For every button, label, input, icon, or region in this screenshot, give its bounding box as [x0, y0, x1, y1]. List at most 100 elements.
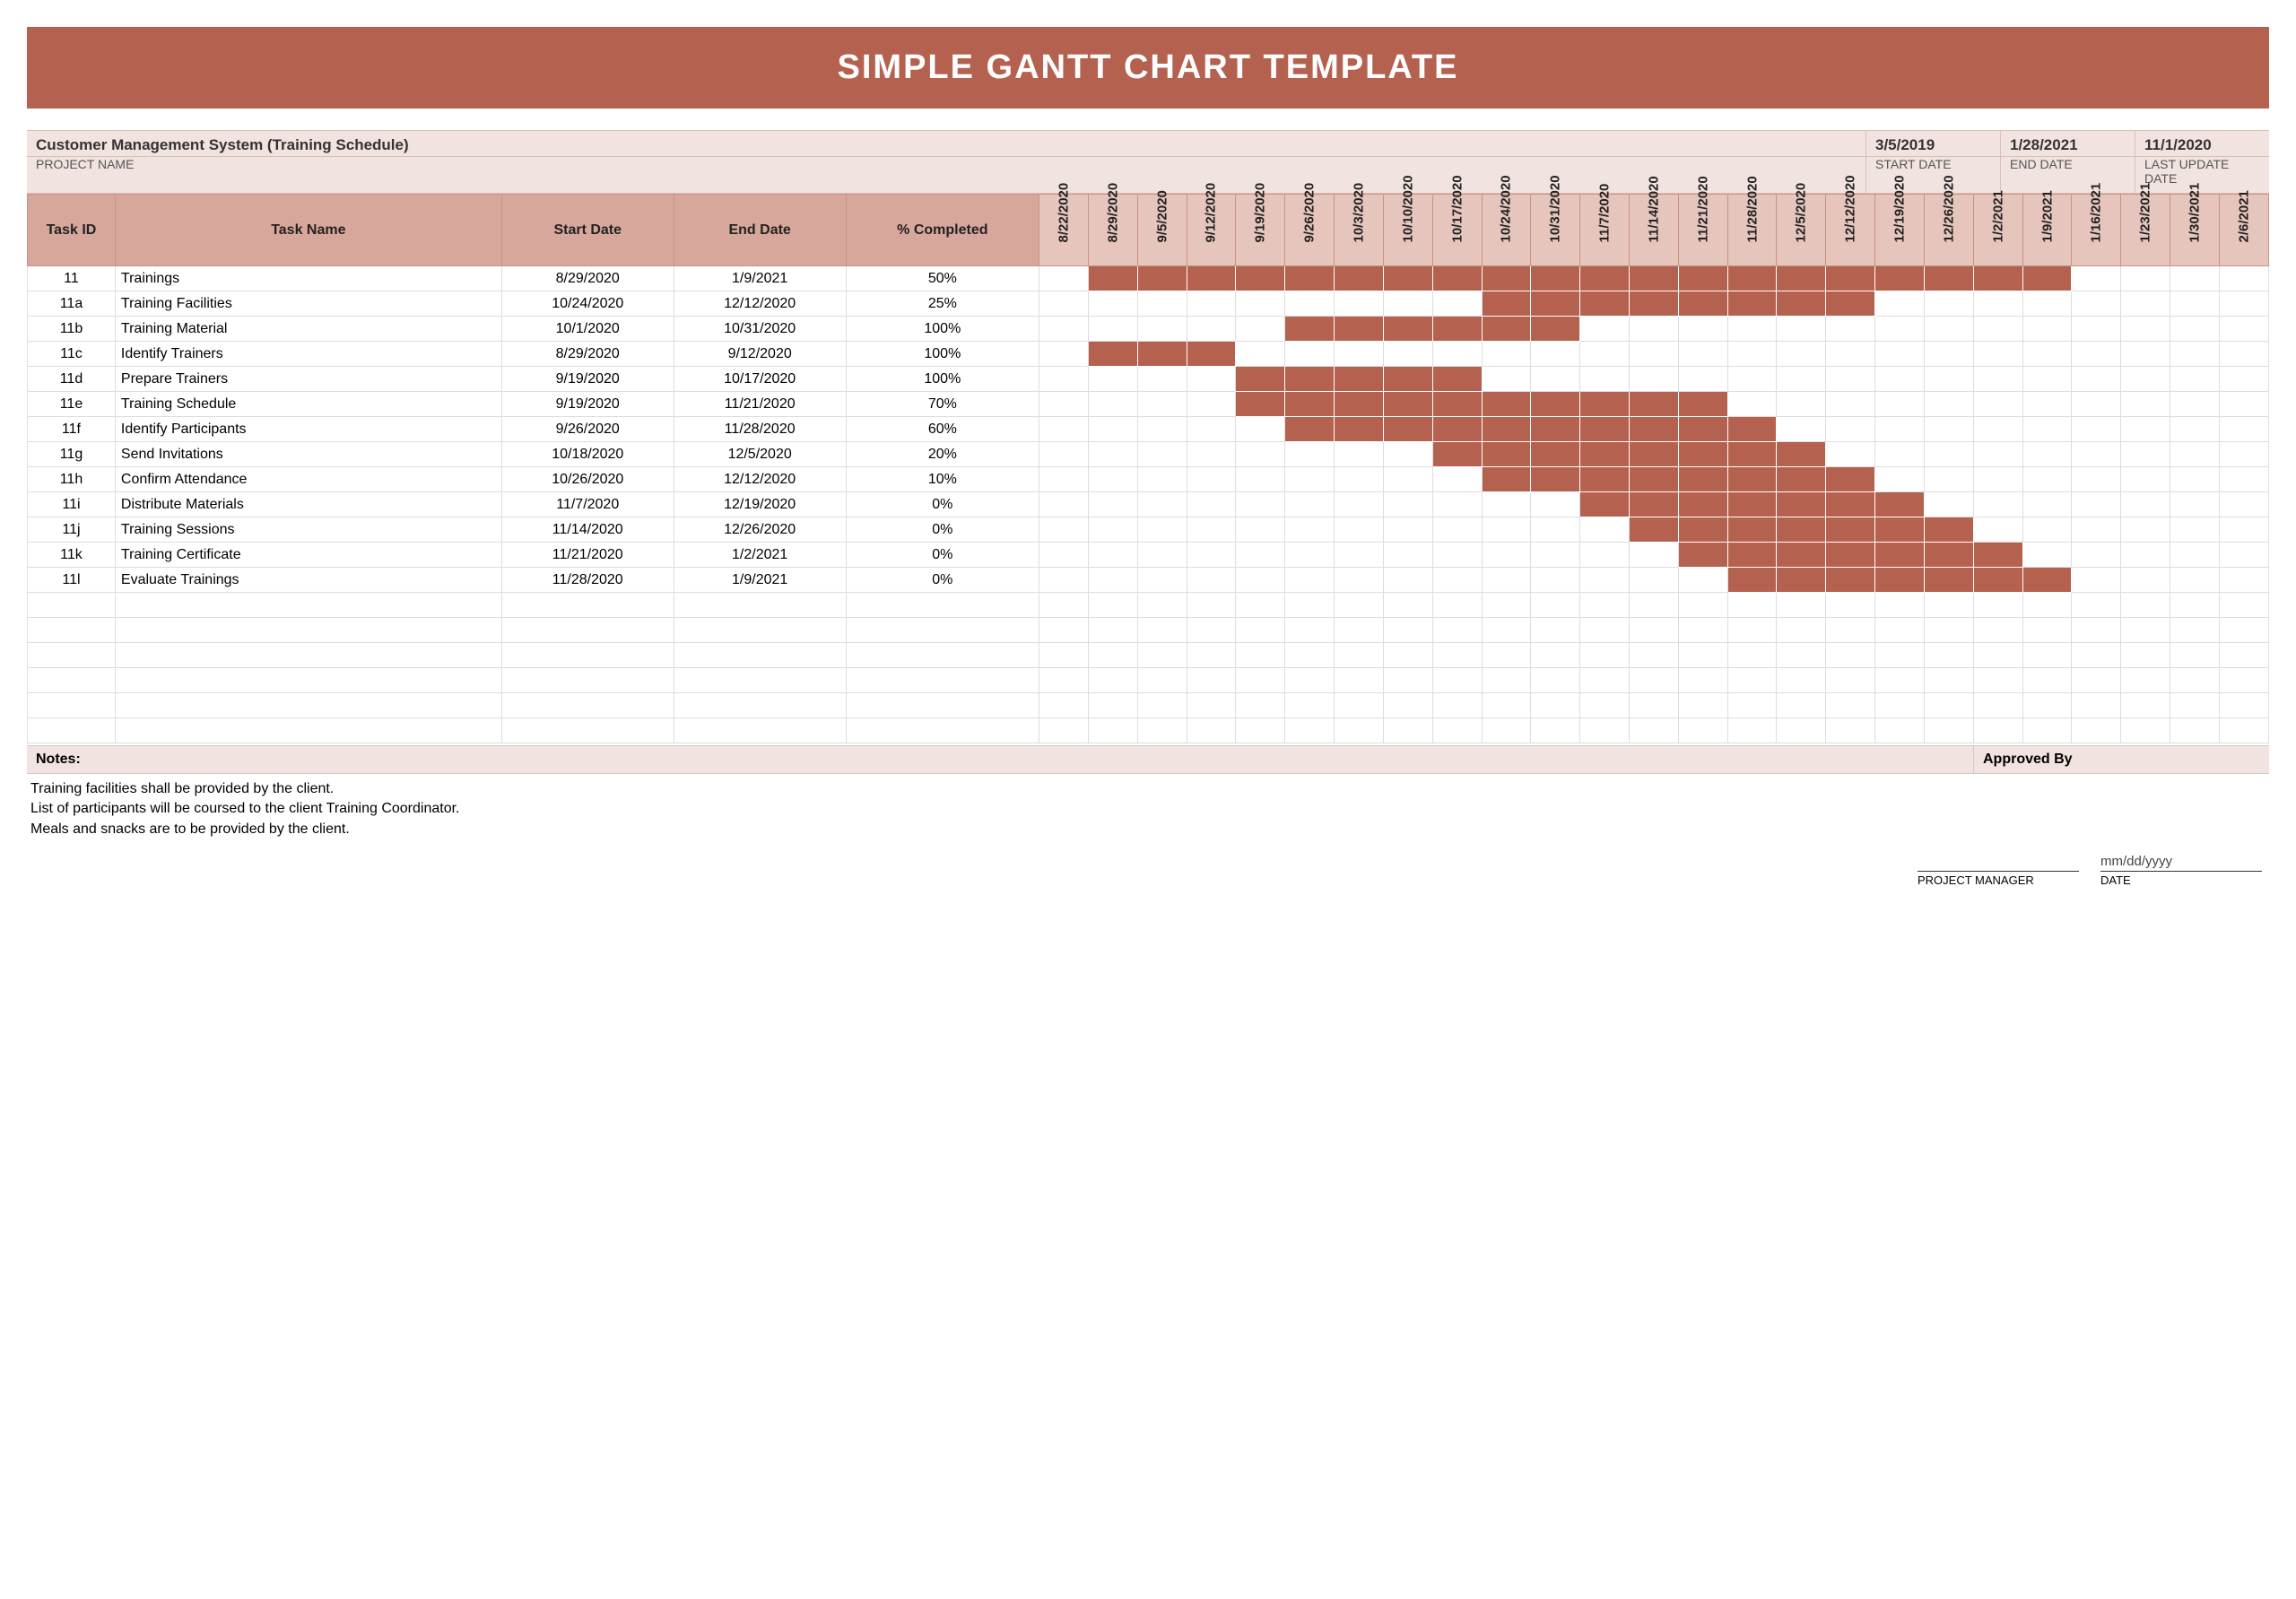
timeline-cell [1727, 342, 1777, 367]
empty-cell [1137, 693, 1187, 718]
cell-task-id: 11k [28, 543, 116, 568]
empty-cell [2072, 618, 2121, 643]
timeline-cell [1580, 417, 1630, 442]
cell-pct-completed: 100% [846, 317, 1039, 342]
empty-cell [1039, 668, 1089, 693]
timeline-cell [1432, 266, 1482, 291]
timeline-cell [1629, 291, 1678, 317]
timeline-cell [1629, 367, 1678, 392]
timeline-cell [1137, 317, 1187, 342]
timeline-cell [1039, 392, 1089, 417]
timeline-cell [1531, 291, 1580, 317]
cell-pct-completed: 50% [846, 266, 1039, 291]
empty-cell [1973, 593, 2022, 618]
empty-cell [1678, 643, 1727, 668]
timeline-cell [2022, 291, 2072, 317]
timeline-cell [1187, 543, 1236, 568]
timeline-cell [1187, 492, 1236, 517]
timeline-cell [1580, 568, 1630, 593]
empty-cell [2219, 693, 2268, 718]
notes-body: Training facilities shall be provided by… [27, 774, 2269, 845]
empty-cell [501, 668, 674, 693]
empty-cell [2219, 643, 2268, 668]
empty-cell [1727, 693, 1777, 718]
timeline-cell [1727, 442, 1777, 467]
timeline-cell [1432, 392, 1482, 417]
timeline-cell [1335, 492, 1384, 517]
timeline-cell [1826, 266, 1875, 291]
empty-cell [1432, 643, 1482, 668]
timeline-cell [1137, 517, 1187, 543]
timeline-cell [1777, 367, 1826, 392]
timeline-cell [1826, 568, 1875, 593]
empty-cell [501, 593, 674, 618]
cell-end-date: 1/9/2021 [674, 266, 846, 291]
timeline-cell [1088, 392, 1137, 417]
empty-cell [1137, 643, 1187, 668]
timeline-cell [1482, 517, 1531, 543]
cell-end-date: 1/9/2021 [674, 568, 846, 593]
timeline-cell [1236, 342, 1285, 367]
timeline-cell [1285, 543, 1335, 568]
timeline-cell [2072, 367, 2121, 392]
empty-cell [1826, 693, 1875, 718]
timeline-date-header: 10/31/2020 [1531, 195, 1580, 266]
timeline-cell [1187, 392, 1236, 417]
empty-cell [674, 718, 846, 743]
note-line: List of participants will be coursed to … [30, 799, 2266, 819]
timeline-date-header: 1/16/2021 [2072, 195, 2121, 266]
timeline-date-header: 10/3/2020 [1335, 195, 1384, 266]
empty-cell [674, 643, 846, 668]
timeline-cell [1678, 367, 1727, 392]
pm-signature-field[interactable] [1918, 854, 2079, 871]
empty-cell [115, 693, 501, 718]
empty-cell [1580, 693, 1630, 718]
timeline-cell [1039, 367, 1089, 392]
timeline-cell [2219, 317, 2268, 342]
timeline-cell [1285, 291, 1335, 317]
timeline-cell [1137, 392, 1187, 417]
header-task-name: Task Name [115, 195, 501, 266]
empty-cell [2022, 718, 2072, 743]
timeline-cell [1777, 568, 1826, 593]
timeline-cell [1924, 543, 1973, 568]
start-date-label: START DATE [1866, 157, 2000, 193]
empty-cell [1285, 643, 1335, 668]
empty-cell [674, 593, 846, 618]
empty-cell [1727, 618, 1777, 643]
timeline-cell [2072, 517, 2121, 543]
timeline-cell [2219, 266, 2268, 291]
empty-cell [2072, 593, 2121, 618]
empty-cell [115, 618, 501, 643]
empty-cell [2022, 668, 2072, 693]
empty-cell [2219, 618, 2268, 643]
cell-task-name: Evaluate Trainings [115, 568, 501, 593]
timeline-cell [1727, 543, 1777, 568]
timeline-cell [1432, 367, 1482, 392]
timeline-date-header: 12/5/2020 [1777, 195, 1826, 266]
timeline-cell [2170, 543, 2220, 568]
cell-start-date: 11/28/2020 [501, 568, 674, 593]
timeline-cell [1629, 317, 1678, 342]
empty-cell [1482, 618, 1531, 643]
cell-pct-completed: 0% [846, 568, 1039, 593]
empty-cell [1826, 618, 1875, 643]
empty-cell [1875, 618, 1925, 643]
cell-end-date: 12/5/2020 [674, 442, 846, 467]
timeline-cell [2022, 392, 2072, 417]
timeline-cell [2072, 317, 2121, 342]
empty-cell [1924, 693, 1973, 718]
timeline-cell [1383, 517, 1432, 543]
timeline-cell [1875, 568, 1925, 593]
timeline-cell [2022, 517, 2072, 543]
timeline-cell [1580, 543, 1630, 568]
empty-cell [1383, 718, 1432, 743]
date-field[interactable]: mm/dd/yyyy [2100, 854, 2262, 871]
timeline-cell [1875, 543, 1925, 568]
empty-cell [1531, 718, 1580, 743]
timeline-cell [1629, 543, 1678, 568]
timeline-cell [1629, 442, 1678, 467]
timeline-cell [1580, 342, 1630, 367]
cell-pct-completed: 10% [846, 467, 1039, 492]
timeline-date-header: 11/7/2020 [1580, 195, 1630, 266]
